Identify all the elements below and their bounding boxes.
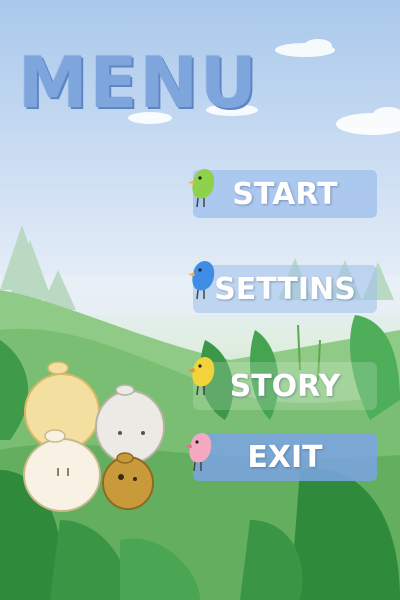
- green-bird-icon: [188, 169, 215, 208]
- pink-bird-icon: [185, 433, 212, 472]
- white-chick: [23, 429, 101, 512]
- exit-button-label: EXIT: [247, 439, 323, 475]
- yellow-bird-icon: [188, 357, 215, 396]
- game-menu-screen: MENU START SETTINS STORY EXIT: [0, 0, 400, 600]
- exit-button[interactable]: EXIT: [193, 433, 377, 481]
- blue-bird-icon: [188, 261, 215, 300]
- start-button-label: START: [232, 176, 338, 212]
- story-button-label: STORY: [229, 368, 341, 404]
- settings-button-label: SETTINS: [214, 271, 356, 307]
- brown-chick: [102, 452, 154, 510]
- gray-chick: [95, 384, 165, 464]
